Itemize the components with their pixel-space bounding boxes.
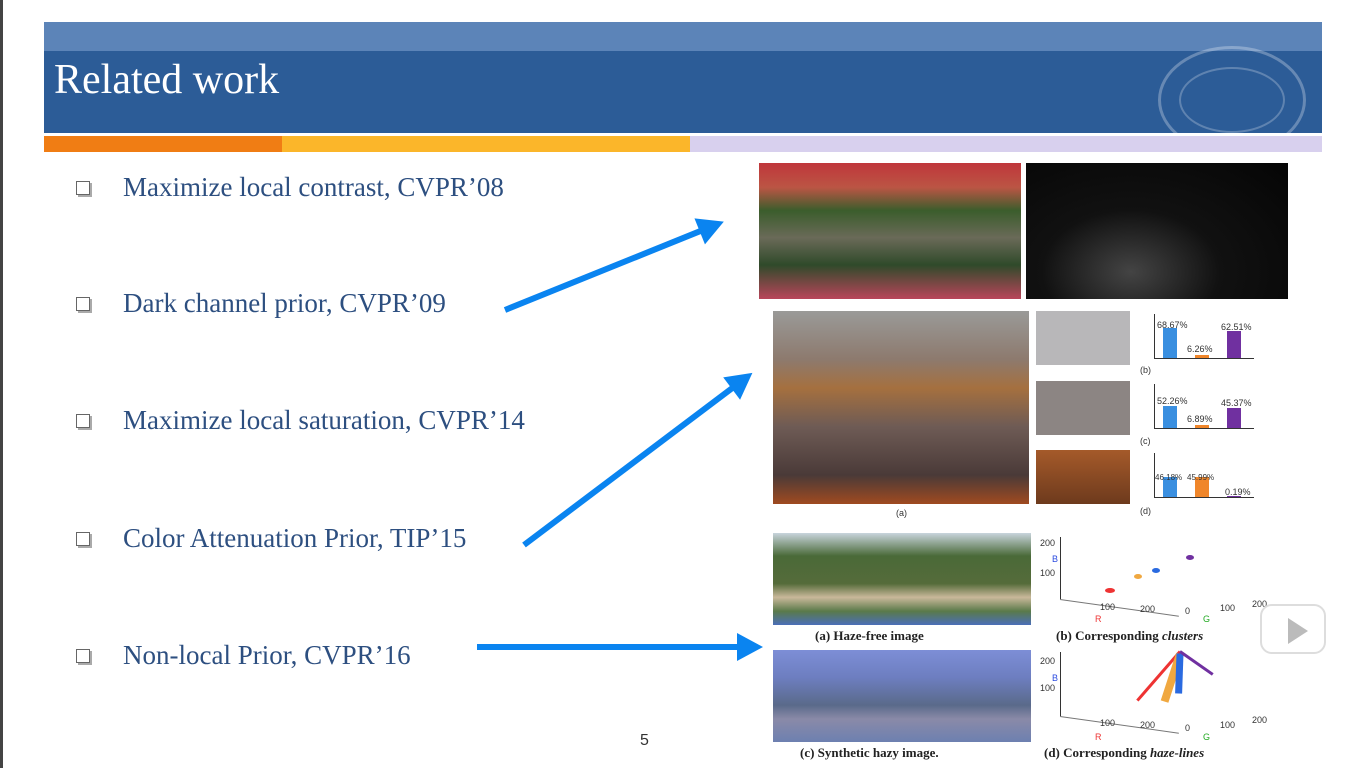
tick-label: 200 [1140,604,1156,614]
checkbox-bullet-icon [76,531,90,546]
bar-chart-c: 52.26% 6.89% 45.37% [1154,384,1254,429]
bar-label: 6.89% [1187,414,1213,424]
checkbox-bullet-icon [76,648,90,663]
bar-difference [1227,331,1241,358]
checkbox-bullet-icon [76,296,90,311]
bar-difference [1227,408,1241,428]
stripe-lavender [690,136,1322,152]
patch-c [1036,381,1130,435]
scatter-axis [1060,537,1061,599]
haze-free-image [773,533,1031,625]
stripe-yellow [282,136,690,152]
bullet-label: Maximize local saturation, CVPR’14 [123,405,525,435]
bullet-label: Non-local Prior, CVPR’16 [123,640,411,670]
header-top-band [44,22,1322,51]
grand-canyon-photo [773,311,1029,504]
bar-label: 46.18% [1155,473,1183,482]
scatter-axis [1059,716,1179,734]
caption-text: (d) Corresponding [1044,745,1150,760]
stripe-orange [44,136,282,152]
slide-title: Related work [54,57,280,103]
caption-a: (a) Haze-free image [815,628,924,643]
panel-label: (a) [896,508,907,518]
bullet-item: Non-local Prior, CVPR’16 [76,640,411,671]
play-button-icon[interactable] [1260,604,1326,654]
bullet-item: Dark channel prior, CVPR’09 [76,288,446,319]
tick-label: 100 [1220,603,1236,613]
bar-label: 45.99% [1187,473,1215,482]
bar-label: 0.19% [1225,487,1251,497]
haze-line-blue [1175,653,1184,694]
caption-emphasis: haze-lines [1149,745,1205,760]
tick-label: 0 [1185,606,1191,616]
patch-b [1036,311,1130,365]
bar-saturation [1195,355,1209,358]
haze-line-purple [1179,650,1214,676]
bar-chart-d: 46.18% 45.99% 0.19% [1154,453,1254,498]
tick-label: 200 [1040,656,1056,666]
scatter-axis [1060,652,1061,716]
bullet-label: Maximize local contrast, CVPR’08 [123,172,504,202]
axis-label-g: G [1203,732,1211,742]
bar-value [1163,328,1177,358]
axis-label-r: R [1095,732,1102,742]
tick-label: 0 [1185,723,1191,733]
tick-label: 200 [1040,538,1056,548]
panel-label: (b) [1140,365,1151,375]
synthetic-hazy-image [773,650,1031,742]
tick-label: 200 [1252,715,1268,725]
panel-label: (d) [1140,506,1151,516]
axis-label-r: R [1095,614,1102,624]
page-number: 5 [640,732,649,749]
axis-label-b: B [1052,554,1059,564]
arrow-icon [522,374,750,548]
bullet-label: Dark channel prior, CVPR’09 [123,288,446,318]
panel-label: (c) [1140,436,1151,446]
axis-label-g: G [1203,614,1211,624]
bar-label: 6.26% [1187,344,1213,354]
arrow-icon [477,633,763,661]
bar-label: 45.37% [1221,398,1252,408]
bullet-item: Maximize local saturation, CVPR’14 [76,405,525,436]
tick-label: 100 [1100,602,1116,612]
dark-channel-image [1026,163,1288,299]
caption-c: (c) Synthetic hazy image. [800,745,939,760]
caption-text: (b) Corresponding [1056,628,1162,643]
checkbox-bullet-icon [76,413,90,428]
window-edge [0,0,3,768]
cluster-red [1105,588,1115,593]
arrow-icon [503,221,720,313]
cluster-orange [1134,574,1142,579]
tick-label: 100 [1220,720,1236,730]
scatter-axis [1059,599,1179,617]
cluster-purple [1186,555,1194,560]
bullet-item: Maximize local contrast, CVPR’08 [76,172,504,203]
cluster-blue [1152,568,1160,573]
tick-label: 200 [1140,720,1156,730]
patch-d [1036,450,1130,504]
axis-label-b: B [1052,673,1059,683]
bar-value [1163,406,1177,428]
bar-label: 52.26% [1157,396,1188,406]
bar-saturation [1195,425,1209,428]
caption-emphasis: clusters [1161,628,1204,643]
tick-label: 100 [1040,568,1056,578]
carousel-photo [759,163,1021,299]
bullet-item: Color Attenuation Prior, TIP’15 [76,523,466,554]
tick-label: 100 [1100,718,1116,728]
bullet-label: Color Attenuation Prior, TIP’15 [123,523,467,553]
tick-label: 100 [1040,683,1056,693]
bar-label: 62.51% [1221,322,1252,332]
bar-chart-b: 68.67% 6.26% 62.51% [1154,314,1254,359]
caption-b: (b) Corresponding clusters [1056,628,1203,644]
checkbox-bullet-icon [76,180,90,195]
bar-label: 68.67% [1157,320,1188,330]
caption-d: (d) Corresponding haze-lines [1044,745,1204,761]
